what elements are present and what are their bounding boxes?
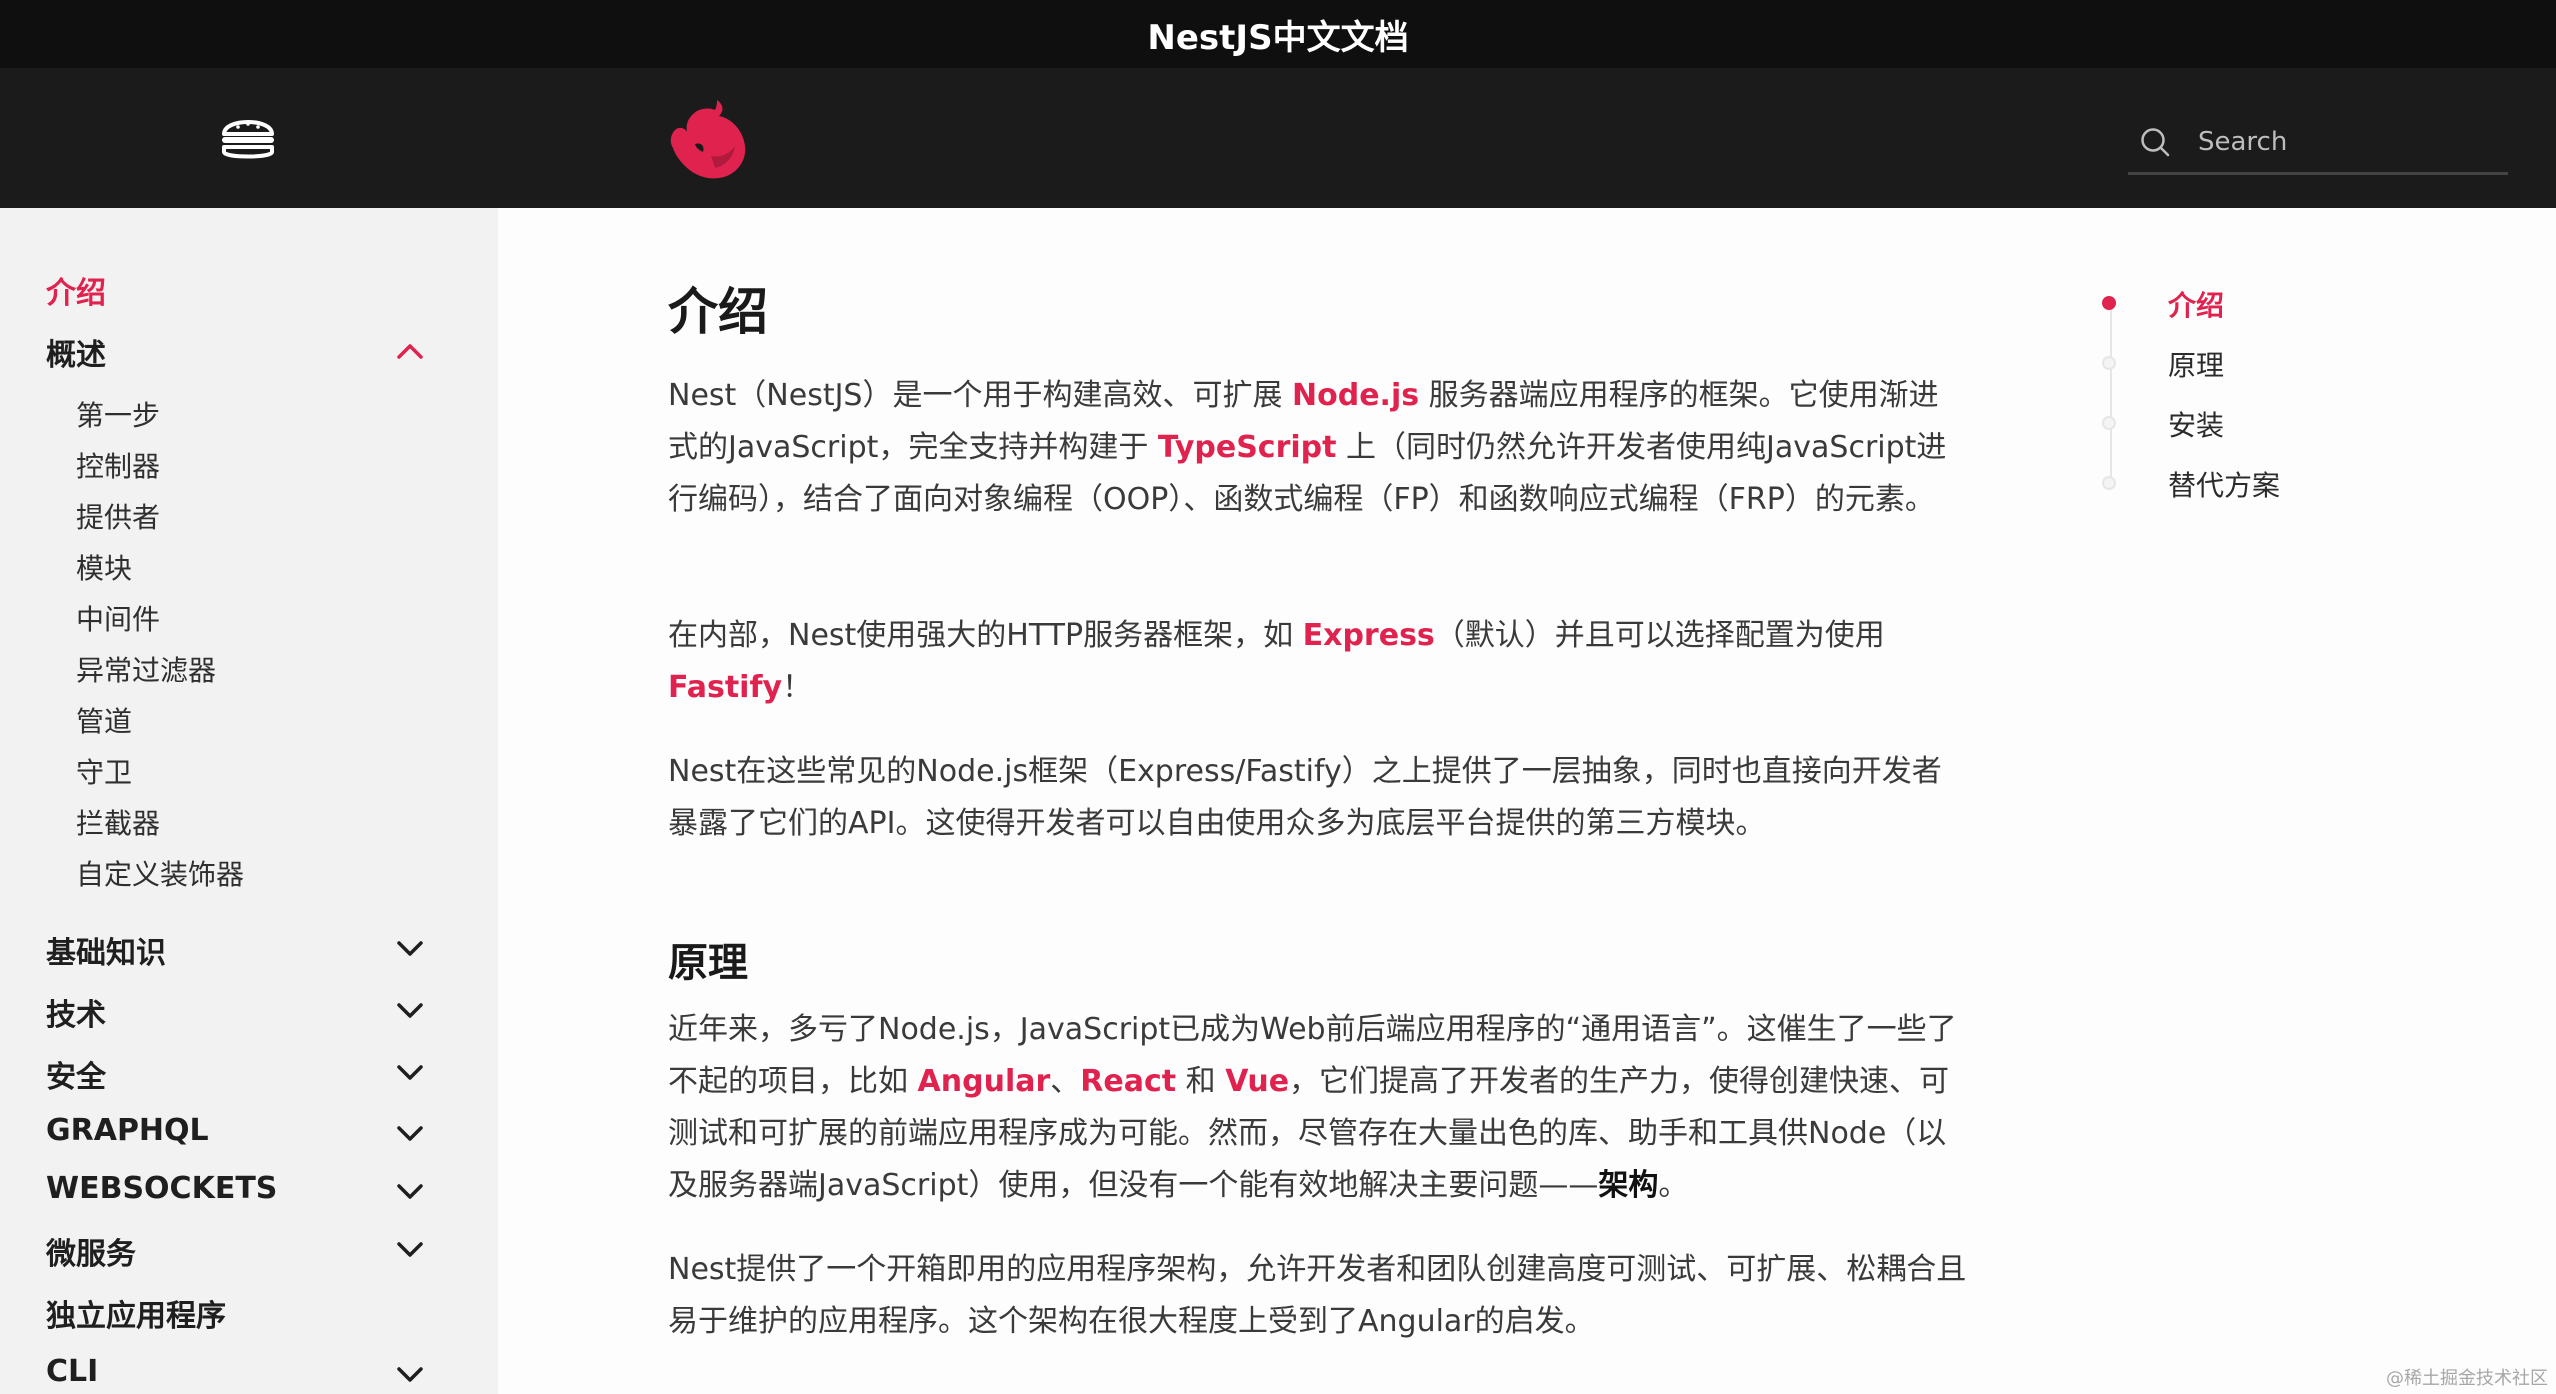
search-box[interactable] (2128, 112, 2508, 175)
link-vue[interactable]: Vue (1225, 1064, 1289, 1099)
section-heading-philosophy: 原理 (668, 940, 748, 986)
toc-item-philosophy[interactable]: 原理 (2168, 344, 2224, 384)
toc-dot (2102, 356, 2116, 370)
sidebar-item-websockets[interactable]: WEBSOCKETS (46, 1171, 277, 1206)
chevron-down-icon[interactable] (396, 1002, 424, 1020)
sidebar-item-techniques[interactable]: 技术 (46, 990, 106, 1034)
sidebar-subitem-exception-filters[interactable]: 异常过滤器 (76, 649, 216, 689)
paragraph-text: 、 (1050, 1064, 1081, 1099)
toc-dot (2102, 476, 2116, 490)
search-input[interactable] (2196, 126, 2490, 158)
chevron-down-icon[interactable] (396, 1241, 424, 1259)
sidebar-subitem-controllers[interactable]: 控制器 (76, 445, 160, 485)
paragraph-architecture: Nest提供了一个开箱即用的应用程序架构，允许开发者和团队创建高度可测试、可扩展… (668, 1252, 1967, 1339)
watermark-text: @稀土掘金技术社区 (2386, 1368, 2548, 1389)
paragraph-text: 。 (1658, 1168, 1689, 1203)
chevron-down-icon[interactable] (396, 1125, 424, 1143)
toc-track-line (2110, 300, 2112, 486)
sidebar-item-microservices[interactable]: 微服务 (46, 1229, 136, 1273)
paragraph-text: 在内部，Nest使用强大的HTTP服务器框架，如 (668, 618, 1303, 653)
paragraph-text: 和 (1176, 1064, 1226, 1099)
paragraph-philosophy: 近年来，多亏了Node.js，JavaScript已成为Web前后端应用程序的“… (668, 1004, 1968, 1212)
chevron-down-icon[interactable] (396, 1183, 424, 1201)
chevron-down-icon[interactable] (396, 1366, 424, 1384)
search-icon (2141, 128, 2170, 157)
paragraph-abstraction: Nest在这些常见的Node.js框架（Express/Fastify）之上提供… (668, 754, 1942, 841)
paragraph-intro: Nest（NestJS）是一个用于构建高效、可扩展 Node.js 服务器端应用… (668, 370, 1968, 526)
toc-item-installation[interactable]: 安装 (2168, 404, 2224, 444)
link-express[interactable]: Express (1303, 618, 1435, 653)
sidebar-item-fundamentals[interactable]: 基础知识 (46, 928, 166, 972)
hamburger-menu-icon[interactable] (216, 106, 280, 170)
sidebar-nav: 介绍 概述 第一步 控制器 提供者 模块 中间件 异常过滤器 管道 守卫 拦截器… (0, 208, 498, 1394)
window-title-bar: NestJS中文文档 (0, 0, 2556, 68)
link-nodejs[interactable]: Node.js (1292, 378, 1419, 413)
paragraph-text: Nest（NestJS）是一个用于构建高效、可扩展 (668, 378, 1293, 413)
sidebar-subitem-first-steps[interactable]: 第一步 (76, 394, 160, 434)
sidebar-subitem-custom-decorators[interactable]: 自定义装饰器 (76, 853, 244, 893)
sidebar-subitem-modules[interactable]: 模块 (76, 547, 132, 587)
link-fastify[interactable]: Fastify (668, 670, 782, 705)
chevron-down-icon[interactable] (396, 1064, 424, 1082)
toc-dot (2102, 416, 2116, 430)
chevron-down-icon[interactable] (396, 940, 424, 958)
bold-text-architecture: 架构 (1598, 1168, 1659, 1203)
link-angular[interactable]: Angular (918, 1064, 1051, 1099)
paragraph-http-frameworks: 在内部，Nest使用强大的HTTP服务器框架，如 Express（默认）并且可以… (668, 610, 1968, 714)
window-title: NestJS中文文档 (1147, 17, 1409, 58)
sidebar-subitem-guards[interactable]: 守卫 (76, 751, 132, 791)
paragraph-text: （默认）并且可以选择配置为使用 (1434, 618, 1885, 653)
sidebar-subitem-middleware[interactable]: 中间件 (76, 598, 160, 638)
toc-item-alternatives[interactable]: 替代方案 (2168, 464, 2280, 504)
sidebar-item-intro[interactable]: 介绍 (46, 268, 106, 312)
toc-item-intro[interactable]: 介绍 (2168, 284, 2224, 324)
page-title: 介绍 (668, 283, 768, 341)
top-navigation-bar (0, 68, 2556, 208)
sidebar-subitem-pipes[interactable]: 管道 (76, 700, 132, 740)
link-react[interactable]: React (1080, 1064, 1176, 1099)
chevron-up-icon[interactable] (396, 342, 424, 360)
sidebar-subitem-providers[interactable]: 提供者 (76, 496, 160, 536)
sidebar-subitem-interceptors[interactable]: 拦截器 (76, 802, 160, 842)
sidebar-item-standalone-apps[interactable]: 独立应用程序 (46, 1291, 226, 1335)
paragraph-text: ！ (782, 670, 813, 705)
sidebar-item-graphql[interactable]: GRAPHQL (46, 1113, 209, 1148)
sidebar-item-security[interactable]: 安全 (46, 1052, 106, 1096)
sidebar-item-cli[interactable]: CLI (46, 1354, 98, 1389)
sidebar-item-overview[interactable]: 概述 (46, 330, 106, 374)
toc-dot-active (2102, 296, 2116, 310)
link-typescript[interactable]: TypeScript (1158, 430, 1337, 465)
nestjs-logo-icon[interactable] (665, 96, 751, 182)
